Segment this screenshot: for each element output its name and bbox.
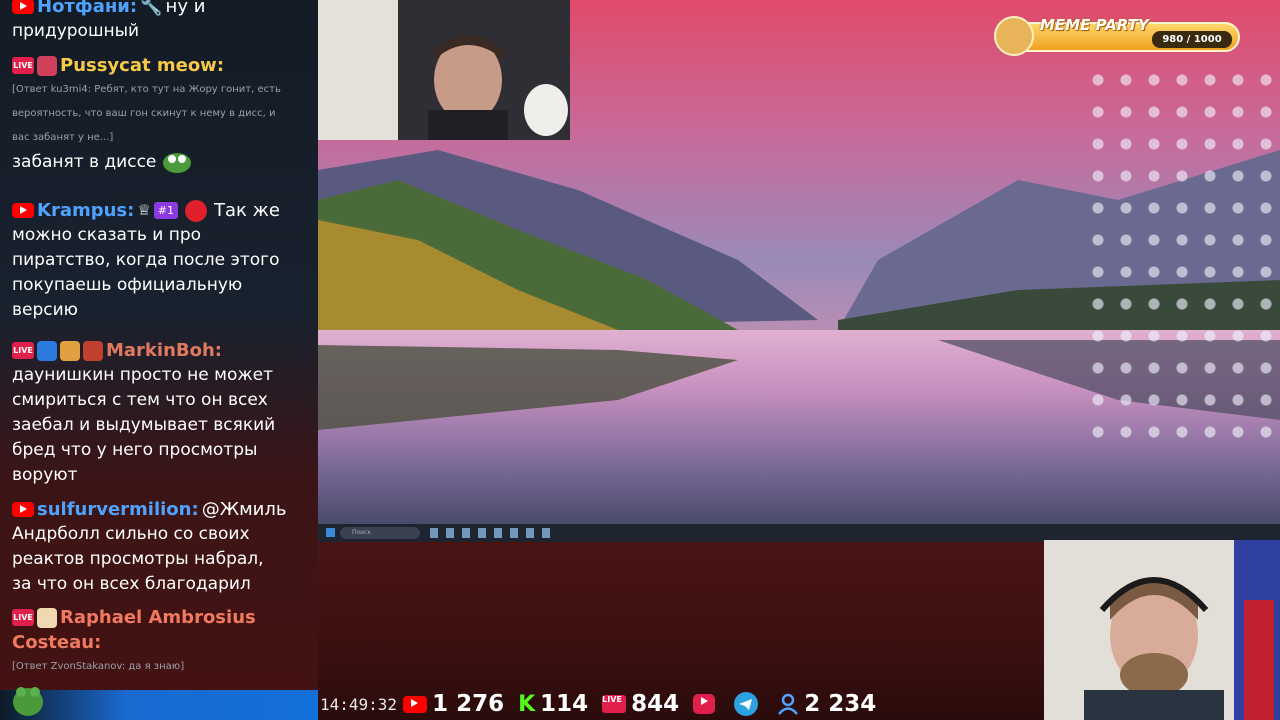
red-face-emote-icon	[185, 199, 208, 222]
youtube-icon	[12, 502, 34, 517]
chat-text: Так же	[214, 200, 280, 221]
chat-text: воруют	[12, 465, 78, 485]
chat-text: даунишкин просто не может	[12, 365, 274, 385]
chat-reply-quote: [Ответ ku3mi4: Ребят, кто тут на Жору го…	[12, 84, 281, 95]
chat-text: за что он всех благодарил	[12, 574, 251, 594]
vk-live-icon: LIVE	[602, 695, 627, 713]
kick-viewers: K 114	[518, 691, 588, 717]
chat-text: реактов просмотры набрал,	[12, 549, 264, 569]
pepe-emote-icon	[162, 153, 191, 173]
kick-count: 114	[540, 691, 589, 717]
taskbar-apps-icon[interactable]	[430, 528, 550, 538]
live-badge-icon: LIVE	[12, 57, 34, 74]
rank-badge: #1	[153, 202, 179, 219]
streamer-photo-top	[318, 0, 570, 140]
webcam-bottom-right	[1044, 540, 1280, 720]
chat-author: MarkinBoh:	[106, 340, 222, 361]
stats-bar: 14:49:32 1 276 K 114 LIVE 844 2 234	[318, 688, 918, 720]
meme-party-title: MEME PARTY	[1040, 16, 1149, 34]
chat-text: версию	[12, 300, 78, 320]
chat-author: Нотфани:	[37, 0, 138, 17]
live-badge-icon: LIVE	[12, 342, 34, 359]
badge-icon	[37, 340, 57, 361]
kick-icon: K	[518, 691, 536, 717]
youtube-viewers: 1 276	[403, 691, 504, 717]
streamer-photo-bottom	[1044, 540, 1280, 720]
chat-reply-quote: вероятность, что ваш гон скинут к нему в…	[12, 108, 276, 119]
desktop-icons	[1084, 64, 1280, 444]
vk-count: 844	[631, 691, 680, 717]
chat-text: покупаешь официальную	[12, 275, 243, 295]
youtube-play-icon	[693, 694, 716, 714]
meme-party-widget: MEME PARTY 980 / 1000	[992, 16, 1248, 56]
youtube-count: 1 276	[432, 691, 505, 717]
chat-author: sulfurvermilion:	[37, 499, 199, 520]
chat-mention: @Жмиль	[201, 499, 287, 520]
chat-author: Raphael Ambrosius	[60, 607, 256, 628]
taskbar-search[interactable]: Поиск	[340, 527, 420, 539]
stream-frame: Поиск MEME PARTY 980 / 1000 Нотфани: 🔧 н…	[0, 0, 1280, 720]
avatar-badge-icon	[37, 55, 57, 76]
user-icon	[778, 693, 799, 715]
chat-message: Нотфани: 🔧 ну и придурошный	[12, 0, 312, 44]
chat-message: LIVE MarkinBoh: даунишкин просто не може…	[12, 338, 312, 488]
chat-panel: Нотфани: 🔧 ну и придурошный LIVE Pussyca…	[0, 0, 318, 690]
chat-text: смириться с тем что он всех	[12, 390, 268, 410]
total-viewers: 2 234	[777, 691, 876, 717]
frog-icon	[13, 687, 43, 716]
avatar-badge-icon	[83, 340, 103, 361]
viewers-count: 2 234	[804, 691, 877, 717]
chat-author: Krampus:	[37, 200, 135, 221]
telegram-link	[734, 692, 763, 716]
vk-live-viewers: LIVE 844	[602, 691, 679, 717]
telegram-icon	[734, 692, 759, 716]
chat-text: пиратство, когда после этого	[12, 250, 280, 270]
chat-author: Costeau:	[12, 632, 102, 653]
chat-message: LIVE Pussycat meow: [Ответ ku3mi4: Ребят…	[12, 53, 312, 175]
chat-author: Pussycat meow:	[60, 55, 225, 76]
chat-message: Krampus: ♕ #1 Так же можно сказать и про…	[12, 198, 312, 323]
chat-text: ну и	[165, 0, 206, 17]
chat-text: забанят в диссе	[12, 152, 157, 172]
wrench-icon: 🔧	[140, 0, 163, 17]
avatar-badge-icon	[37, 607, 57, 628]
youtube-icon	[403, 695, 428, 713]
chat-text: заебал и выдумывает всякий	[12, 415, 276, 435]
chat-reply-quote: вас забанят у не...]	[12, 132, 114, 143]
youtube-alt-link	[693, 694, 720, 714]
chat-message: LIVE Raphael Ambrosius Costeau: [Ответ Z…	[12, 605, 312, 679]
doge-icon	[994, 16, 1034, 56]
live-badge-icon: LIVE	[12, 609, 34, 626]
chat-text: можно сказать и про	[12, 225, 202, 245]
chat-text: Андрболл сильно со своих	[12, 524, 250, 544]
crown-icon: ♕	[137, 201, 151, 219]
chat-footer-bar	[0, 687, 318, 720]
meme-party-count: 980 / 1000	[1152, 31, 1232, 48]
chat-text: бред что у него просмотры	[12, 440, 258, 460]
chat-reply-quote: [Ответ ZvonStakanov: да я знаю]	[12, 661, 185, 672]
chat-text: придурошный	[12, 21, 140, 41]
youtube-icon	[12, 0, 34, 14]
beer-badge-icon	[60, 340, 80, 361]
stream-clock: 14:49:32	[320, 694, 398, 714]
start-icon[interactable]	[326, 528, 335, 537]
webcam-top	[318, 0, 570, 140]
chat-message: sulfurvermilion: @Жмиль Андрболл сильно …	[12, 497, 312, 597]
youtube-icon	[12, 203, 34, 218]
